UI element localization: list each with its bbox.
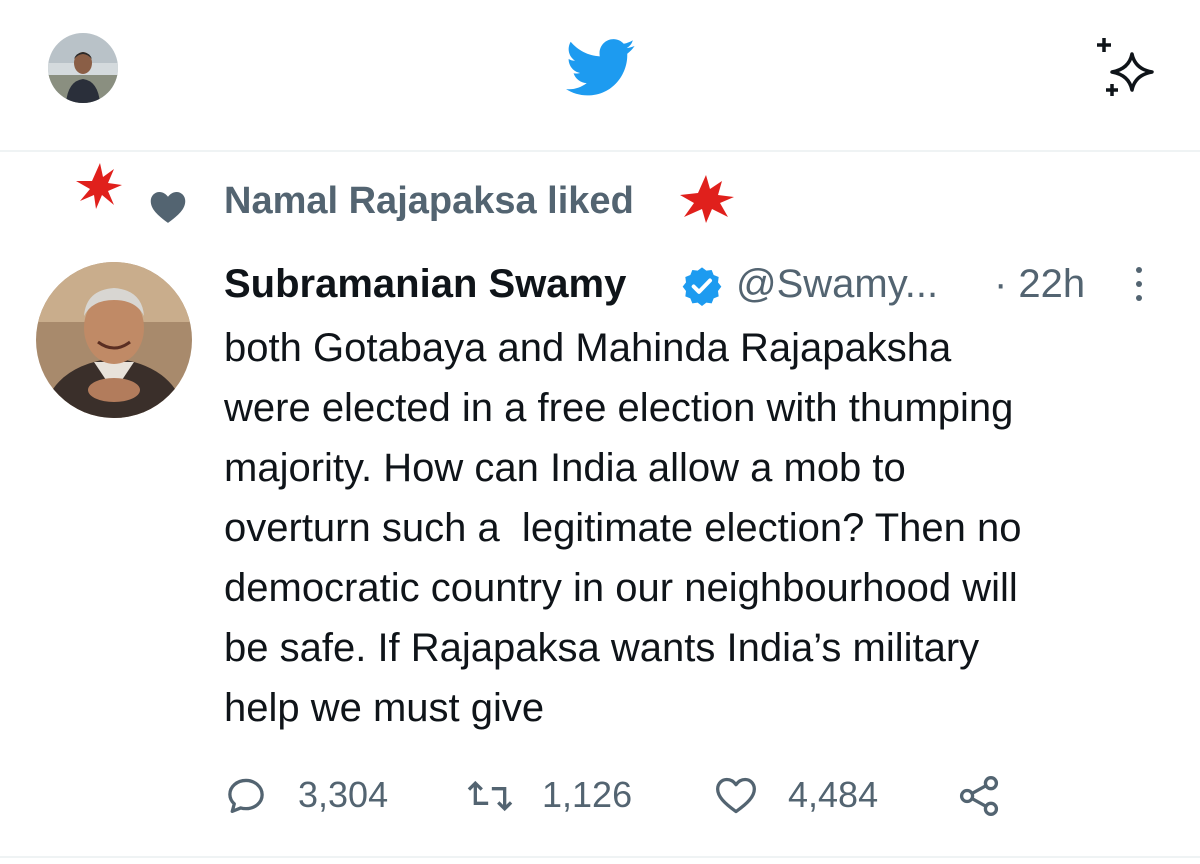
tweet-text: both Gotabaya and Mahinda Rajapaksha wer… (224, 326, 1022, 730)
tweet-timestamp[interactable]: · 22h (994, 262, 1085, 307)
more-options-icon[interactable] (1132, 264, 1146, 304)
liked-by-text[interactable]: Namal Rajapaksa liked (224, 180, 634, 223)
divider (0, 856, 1200, 858)
profile-avatar[interactable] (48, 33, 118, 103)
sparkle-icon[interactable] (1096, 36, 1166, 102)
reply-count: 3,304 (298, 774, 389, 815)
author-name[interactable]: Subramanian Swamy (224, 262, 626, 307)
tweet-actions: 3,304 1,126 4,484 (224, 770, 1024, 822)
author-avatar[interactable] (36, 262, 192, 418)
red-splat-decoration (76, 163, 122, 209)
reply-icon (228, 778, 264, 814)
social-context: Namal Rajapaksa liked (0, 155, 1200, 245)
share-icon (959, 776, 999, 816)
retweet-icon (467, 780, 513, 812)
share-button[interactable] (956, 770, 1016, 822)
retweet-count: 1,126 (542, 774, 633, 815)
verified-badge-icon (682, 267, 722, 306)
retweet-button[interactable]: 1,126 (464, 770, 644, 822)
heart-icon (716, 777, 756, 814)
red-splat-decoration (680, 175, 734, 223)
like-count: 4,484 (788, 774, 879, 815)
author-handle[interactable]: @Swamy... (736, 262, 938, 307)
reply-button[interactable]: 3,304 (224, 770, 414, 822)
tweet-header: Subramanian Swamy @Swamy... · 22h (224, 262, 1164, 312)
top-app-bar (0, 0, 1200, 152)
like-button[interactable]: 4,484 (714, 770, 894, 822)
twitter-bird-icon[interactable] (565, 38, 636, 98)
heart-filled-icon (150, 192, 186, 223)
